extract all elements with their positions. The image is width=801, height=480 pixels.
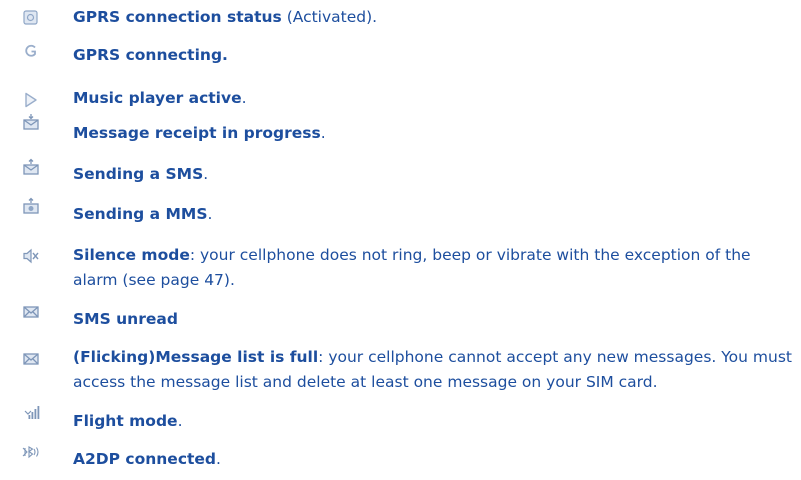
flight-mode-icon [22, 405, 40, 421]
gprs-status-icon [22, 10, 40, 26]
sms-unread-icon [22, 304, 40, 320]
list-item-text: Sending a SMS. [73, 165, 209, 183]
list-item-text: Message receipt in progress. [73, 124, 326, 142]
list-item-text: Flight mode. [73, 412, 183, 430]
silence-mode-icon [22, 248, 40, 264]
list-item-text: Silence mode: your cellphone does not ri… [73, 246, 751, 289]
list-item-text: Music player active. [73, 89, 247, 107]
message-receipt-icon [22, 114, 40, 130]
list-item-text: SMS unread [73, 310, 178, 328]
message-list-full-icon [22, 351, 40, 367]
list-item-text: (Flicking)Message list is full: your cel… [73, 348, 792, 391]
list-item-text: GPRS connecting. [73, 46, 228, 64]
sending-sms-icon [22, 158, 40, 175]
list-item-text: GPRS connection status (Activated). [73, 8, 378, 26]
a2dp-connected-icon [22, 444, 40, 460]
gprs-connecting-icon [22, 43, 40, 59]
music-player-icon [22, 92, 40, 108]
list-item-text: Sending a MMS. [73, 205, 213, 223]
sending-mms-icon [22, 197, 40, 214]
list-item-text: A2DP connected. [73, 450, 221, 468]
